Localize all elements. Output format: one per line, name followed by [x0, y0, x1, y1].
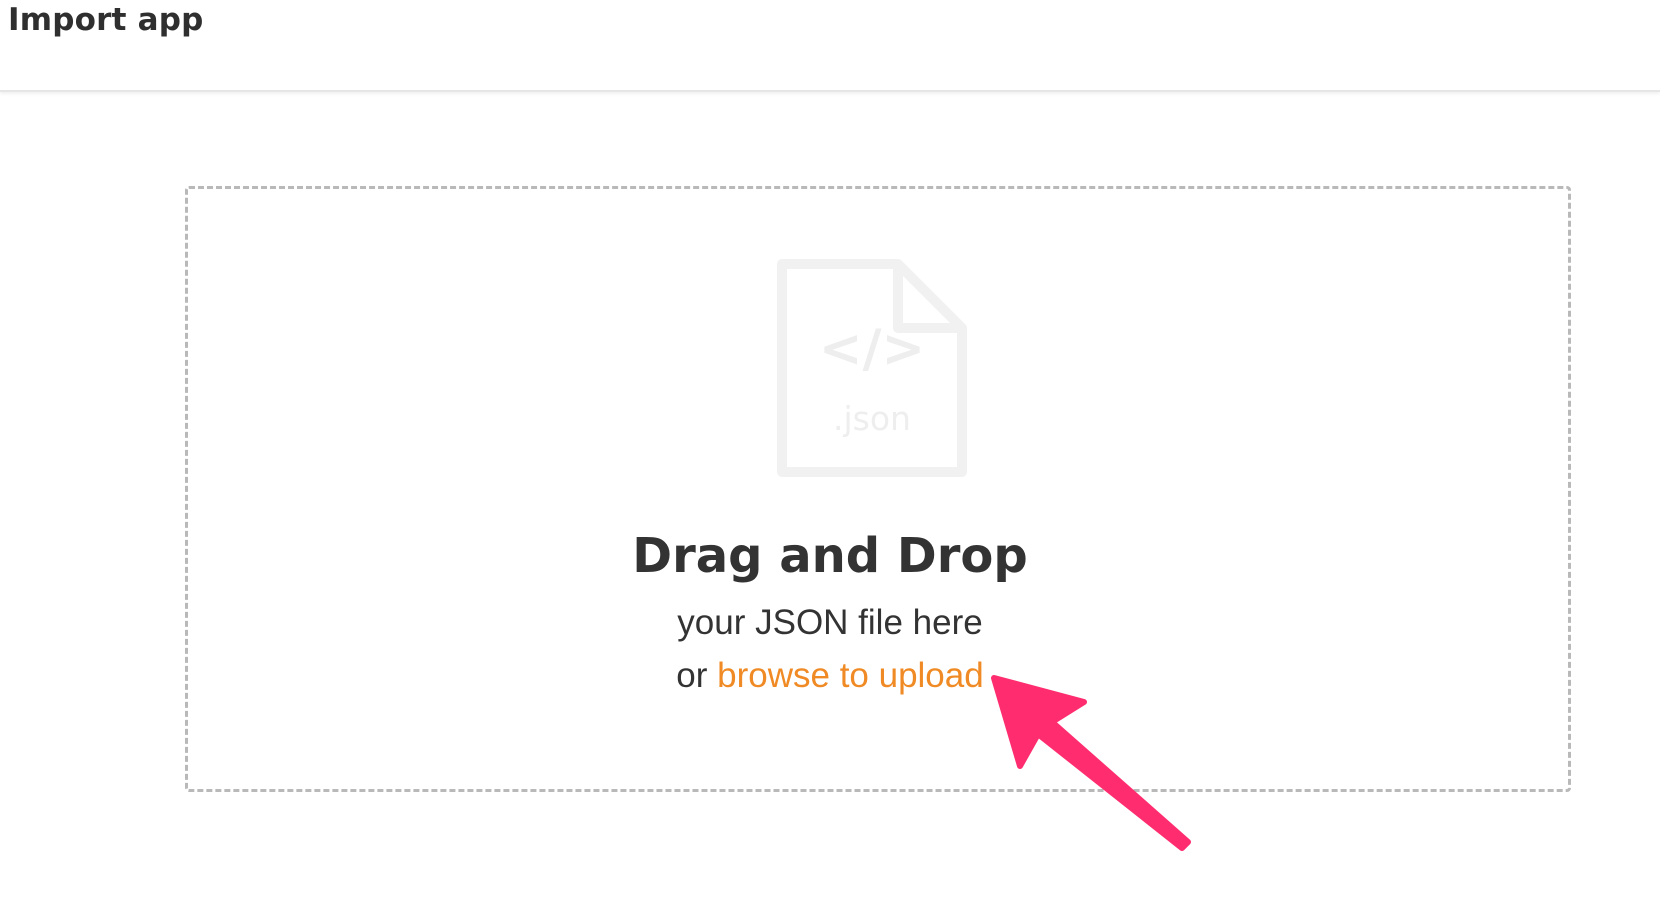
- dropzone-subtext: your JSON file here: [677, 603, 983, 642]
- code-glyph-label: </>: [819, 319, 925, 379]
- browse-line: or browse to upload: [0, 654, 1660, 698]
- or-text: or: [676, 656, 708, 695]
- json-extension-label: .json: [833, 399, 911, 438]
- json-file-icon: </> .json: [777, 259, 967, 477]
- page-header: Import app: [0, 0, 1660, 92]
- drag-and-drop-heading: Drag and Drop: [632, 528, 1028, 584]
- page-title: Import app: [8, 2, 204, 38]
- browse-to-upload-link[interactable]: browse to upload: [717, 656, 984, 695]
